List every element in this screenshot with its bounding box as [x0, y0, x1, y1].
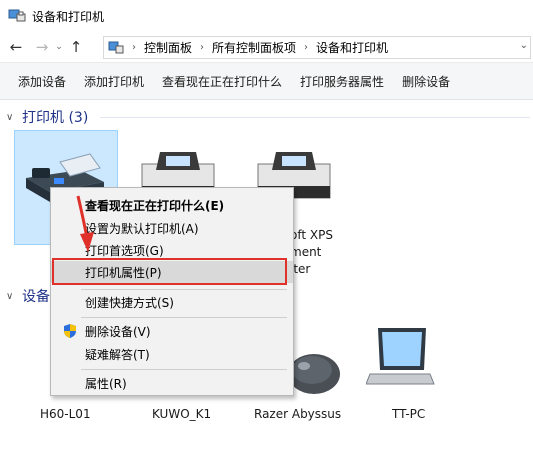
device-label: KUWO_K1	[152, 407, 212, 421]
title-bar: 设备和打印机	[0, 0, 533, 32]
menu-create-shortcut[interactable]: 创建快捷方式(S)	[51, 291, 293, 313]
control-panel-icon	[108, 41, 124, 55]
menu-remove-device[interactable]: 删除设备(V)	[51, 320, 293, 342]
print-server-properties-button[interactable]: 打印服务器属性	[291, 62, 393, 100]
device-razer[interactable]: Razer Abyssus	[254, 407, 341, 421]
forward-button[interactable]: →	[32, 36, 52, 58]
device-tt-pc[interactable]: TT-PC	[392, 407, 425, 421]
breadcrumb-control-panel[interactable]: 控制面板	[144, 39, 192, 56]
window-title: 设备和打印机	[32, 9, 105, 24]
group-divider	[100, 117, 530, 118]
chevron-down-icon[interactable]: ⌄	[520, 40, 528, 51]
chevron-down-icon[interactable]: ∨	[6, 291, 16, 302]
command-toolbar: 添加设备 添加打印机 查看现在正在打印什么 打印服务器属性 删除设备	[0, 62, 533, 100]
printers-group-title: 打印机 (3)	[22, 110, 89, 126]
chevron-right-icon[interactable]: ›	[304, 42, 308, 53]
menu-separator	[81, 317, 287, 318]
back-button[interactable]: ←	[6, 36, 26, 58]
chevron-right-icon[interactable]: ›	[200, 42, 204, 53]
xps-printer-label[interactable]: oft XPS ment iter	[290, 227, 333, 278]
device-kuwo[interactable]: KUWO_K1	[152, 407, 211, 421]
mouse-icon[interactable]	[286, 344, 346, 400]
xps-label-line-1: oft XPS	[290, 228, 333, 242]
breadcrumb-all-items[interactable]: 所有控制面板项	[212, 39, 296, 56]
devices-group-title: 设备	[22, 289, 50, 305]
highlight-annotation	[52, 258, 287, 285]
add-device-button[interactable]: 添加设备	[0, 62, 75, 100]
devices-group-header[interactable]: ∨ 设备	[6, 286, 50, 306]
device-label: H60-L01	[40, 407, 91, 421]
menu-troubleshoot[interactable]: 疑难解答(T)	[51, 343, 293, 365]
up-button[interactable]: ↑	[66, 36, 86, 58]
chevron-down-icon[interactable]: ∨	[6, 112, 16, 123]
menu-separator	[81, 369, 287, 370]
xps-label-line-2: ment	[290, 245, 322, 259]
chevron-right-icon[interactable]: ›	[132, 42, 136, 53]
printers-group-header[interactable]: ∨ 打印机 (3)	[6, 107, 88, 127]
menu-properties[interactable]: 属性(R)	[51, 372, 293, 394]
menu-separator	[81, 289, 287, 290]
add-printer-button[interactable]: 添加打印机	[75, 62, 153, 100]
address-bar[interactable]: › 控制面板 › 所有控制面板项 › 设备和打印机 ⌄	[103, 36, 531, 59]
red-arrow-annotation	[74, 194, 104, 254]
device-h60[interactable]: H60-L01	[40, 407, 91, 421]
xps-label-line-3: iter	[290, 262, 311, 276]
see-whats-printing-button[interactable]: 查看现在正在打印什么	[153, 62, 291, 100]
device-label: TT-PC	[392, 407, 426, 421]
breadcrumb-devices-printers[interactable]: 设备和打印机	[316, 39, 388, 56]
devices-printers-icon	[8, 9, 26, 23]
navigation-row: ← → ⌄ ↑ › 控制面板 › 所有控制面板项 › 设备和打印机 ⌄	[0, 32, 533, 62]
remove-device-button[interactable]: 删除设备	[393, 62, 459, 100]
laptop-icon[interactable]	[365, 324, 436, 394]
recent-locations-button[interactable]: ⌄	[52, 36, 66, 58]
device-label: Razer Abyssus	[254, 407, 342, 421]
